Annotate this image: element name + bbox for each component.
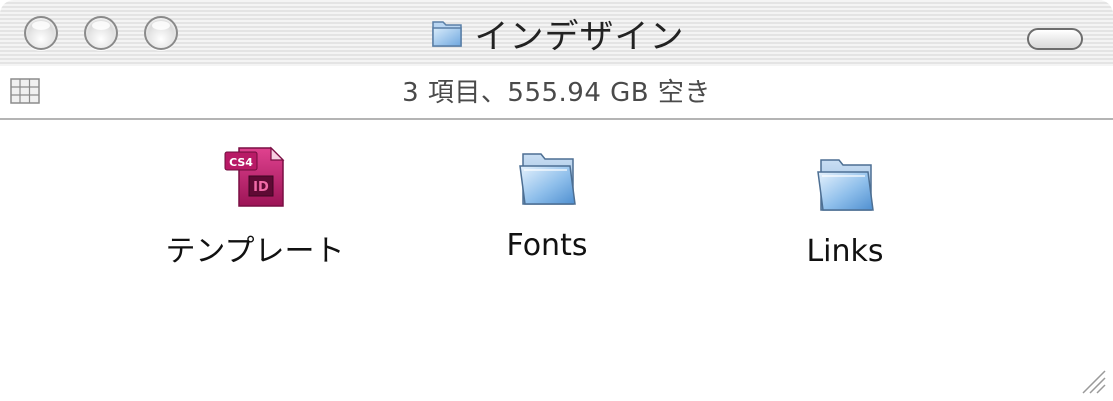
status-text: 3 項目、555.94 GB 空き	[402, 78, 711, 108]
file-browser-area[interactable]: CS4 ID テンプレート Fonts Links	[0, 120, 1113, 401]
folder-item-label: Links	[806, 234, 884, 269]
resize-grip-icon[interactable]	[1077, 365, 1107, 395]
indesign-document-icon: CS4 ID	[223, 146, 287, 212]
window-title-group: インデザイン	[0, 0, 1113, 66]
title-bar[interactable]: インデザイン	[0, 0, 1113, 66]
toolbar-toggle-button[interactable]	[1027, 28, 1083, 50]
svg-text:ID: ID	[253, 180, 269, 195]
folder-icon	[429, 16, 465, 50]
svg-text:CS4: CS4	[229, 156, 253, 169]
status-bar: 3 項目、555.94 GB 空き	[0, 66, 1113, 120]
file-item-label: テンプレート	[165, 234, 345, 269]
file-item-template[interactable]: CS4 ID テンプレート	[150, 146, 360, 270]
folder-item-label: Fonts	[506, 228, 588, 263]
folder-item-links[interactable]: Links	[745, 146, 945, 269]
folder-icon	[813, 146, 877, 220]
window-title: インデザイン	[474, 16, 685, 57]
finder-window: インデザイン 3 項目、555.94 GB 空き CS4 ID テンプレート F…	[0, 0, 1113, 401]
folder-item-fonts[interactable]: Fonts	[447, 146, 647, 263]
folder-icon	[515, 146, 579, 214]
